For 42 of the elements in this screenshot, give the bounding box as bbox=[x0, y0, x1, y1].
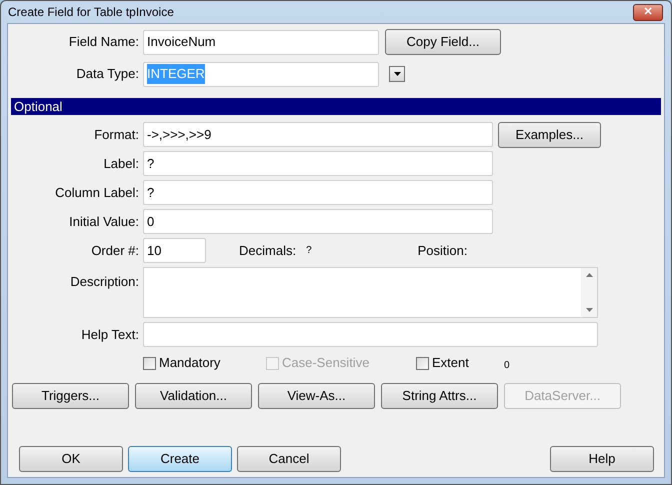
dialog-button[interactable]: Help bbox=[550, 446, 654, 472]
checkbox-label: Extent bbox=[432, 354, 469, 372]
dialog-button[interactable]: Copy Field... bbox=[385, 29, 501, 55]
field-label: Order #: bbox=[90, 242, 140, 260]
field-label: Label: bbox=[102, 154, 140, 173]
decimals-value: ? bbox=[306, 244, 312, 258]
text-field[interactable]: 10 bbox=[143, 238, 206, 263]
dialog-button[interactable]: Cancel bbox=[237, 446, 341, 472]
checkbox-label: Mandatory bbox=[159, 354, 220, 372]
field-label: Field Name: bbox=[68, 33, 140, 52]
dialog-button[interactable]: Triggers... bbox=[12, 383, 129, 409]
checkbox[interactable] bbox=[143, 356, 156, 370]
text-field[interactable] bbox=[143, 322, 598, 347]
scroll-up-icon[interactable] bbox=[586, 273, 592, 277]
dialog-button[interactable]: String Attrs... bbox=[381, 383, 498, 409]
text-field[interactable]: ? bbox=[143, 180, 493, 205]
decimals-label: Decimals: bbox=[239, 242, 296, 260]
extent-value: 0 bbox=[504, 358, 510, 372]
scroll-down-icon[interactable] bbox=[586, 308, 592, 312]
field-label: Initial Value: bbox=[68, 212, 140, 231]
dropdown-button[interactable] bbox=[389, 66, 405, 82]
dialog-button[interactable]: View-As... bbox=[258, 383, 375, 409]
window-title: Create Field for Table tpInvoice bbox=[8, 4, 174, 21]
field-label: Format: bbox=[93, 126, 140, 144]
text-field[interactable]: ? bbox=[143, 151, 493, 176]
field-label: Help Text: bbox=[80, 326, 140, 344]
dialog-button[interactable]: Create bbox=[128, 446, 232, 472]
dialog-button[interactable]: Examples... bbox=[498, 122, 601, 148]
checkbox-label: Case-Sensitive bbox=[282, 354, 370, 372]
dialog-button[interactable]: Validation... bbox=[135, 383, 252, 409]
dialog-button[interactable]: OK bbox=[19, 446, 123, 472]
text-field[interactable]: ->,>>>,>>9 bbox=[143, 122, 493, 147]
down-arrow-icon bbox=[394, 72, 400, 76]
field-label: Data Type: bbox=[75, 65, 140, 84]
text-field[interactable]: 0 bbox=[143, 209, 493, 234]
position-label: Position: bbox=[418, 242, 468, 260]
text-field[interactable]: InvoiceNum bbox=[143, 30, 379, 54]
section-header: Optional bbox=[11, 98, 661, 115]
field-label: Description: bbox=[69, 273, 140, 291]
scrollbar[interactable] bbox=[581, 268, 597, 317]
checkbox[interactable] bbox=[416, 356, 429, 370]
field-label: Column Label: bbox=[54, 184, 140, 202]
